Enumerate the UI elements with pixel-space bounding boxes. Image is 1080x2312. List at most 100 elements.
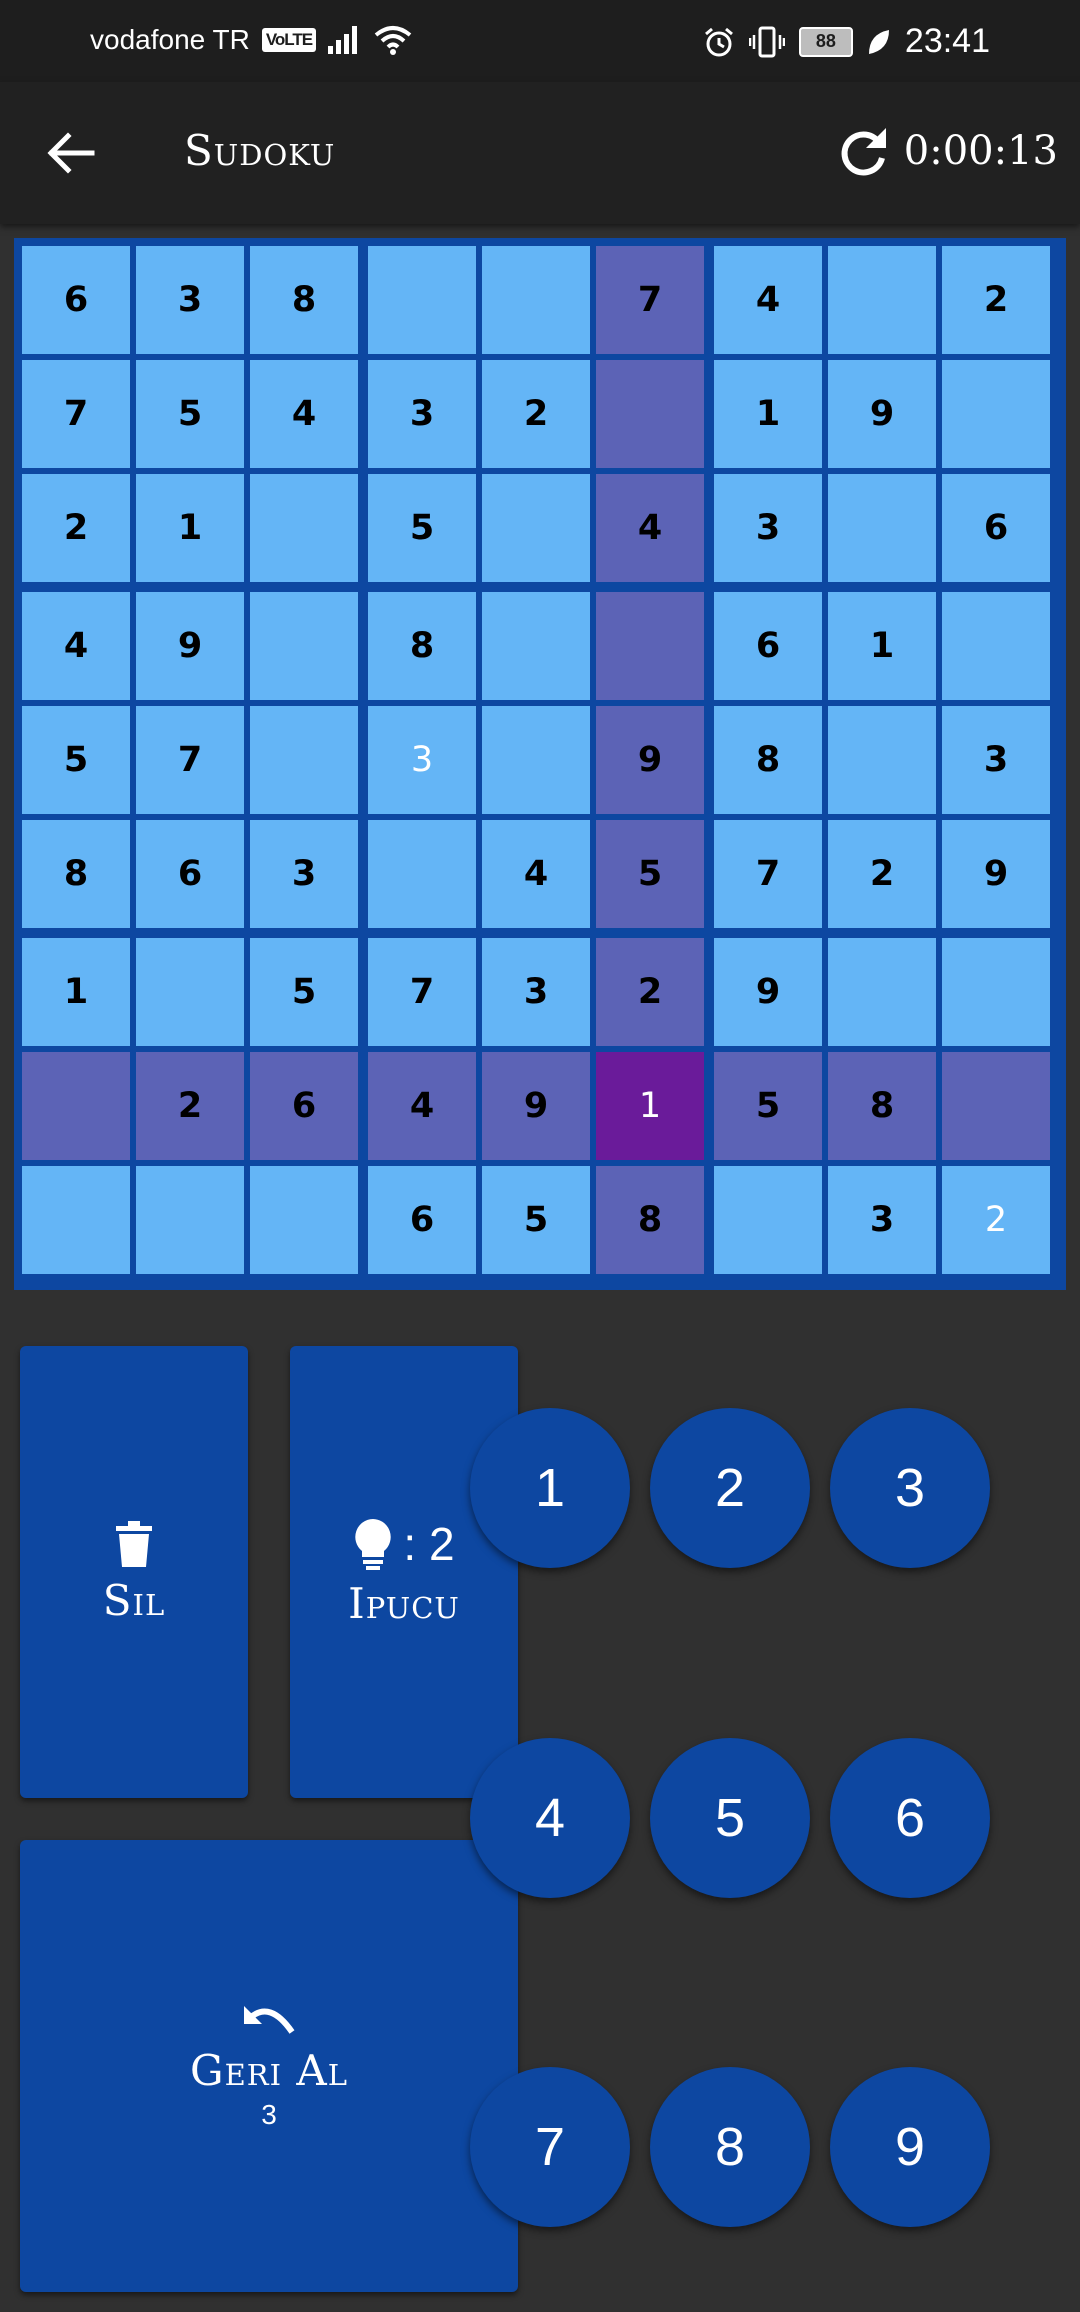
sudoku-cell-r9-c8[interactable]: 3 (828, 1166, 936, 1274)
sudoku-cell-r5-c7[interactable]: 8 (714, 706, 822, 814)
sudoku-cell-r1-c5[interactable] (482, 246, 590, 354)
sudoku-cell-r6-c8[interactable]: 2 (828, 820, 936, 928)
page-title: Sudoku (184, 126, 336, 175)
sudoku-cell-r4-c5[interactable] (482, 592, 590, 700)
sudoku-cell-r8-c5[interactable]: 9 (482, 1052, 590, 1160)
sudoku-cell-r5-c3[interactable] (250, 706, 358, 814)
sudoku-cell-r1-c2[interactable]: 3 (136, 246, 244, 354)
sudoku-cell-r3-c6[interactable]: 4 (596, 474, 704, 582)
sudoku-cell-r5-c5[interactable] (482, 706, 590, 814)
sudoku-cell-r7-c1[interactable]: 1 (22, 938, 130, 1046)
sudoku-cell-r9-c2[interactable] (136, 1166, 244, 1274)
sudoku-cell-r3-c2[interactable]: 1 (136, 474, 244, 582)
sudoku-cell-r3-c8[interactable] (828, 474, 936, 582)
sudoku-cell-r5-c9[interactable]: 3 (942, 706, 1050, 814)
sudoku-cell-r2-c8[interactable]: 9 (828, 360, 936, 468)
sudoku-cell-r8-c8[interactable]: 8 (828, 1052, 936, 1160)
number-button-2[interactable]: 2 (650, 1408, 810, 1568)
sudoku-cell-r7-c4[interactable]: 7 (368, 938, 476, 1046)
sudoku-cell-r2-c5[interactable]: 2 (482, 360, 590, 468)
status-left: vodafone TR VoLTE (90, 24, 412, 56)
number-button-8[interactable]: 8 (650, 2067, 810, 2227)
sudoku-cell-r1-c1[interactable]: 6 (22, 246, 130, 354)
sudoku-cell-r3-c5[interactable] (482, 474, 590, 582)
sudoku-cell-r8-c4[interactable]: 4 (368, 1052, 476, 1160)
sudoku-cell-r7-c7[interactable]: 9 (714, 938, 822, 1046)
sudoku-cell-r7-c2[interactable] (136, 938, 244, 1046)
sudoku-cell-r1-c3[interactable]: 8 (250, 246, 358, 354)
number-button-7[interactable]: 7 (470, 2067, 630, 2227)
sudoku-cell-r5-c4[interactable]: 3 (368, 706, 476, 814)
signal-icon (328, 26, 358, 54)
sudoku-cell-r6-c4[interactable] (368, 820, 476, 928)
sudoku-cell-r5-c1[interactable]: 5 (22, 706, 130, 814)
sudoku-cell-r4-c6[interactable] (596, 592, 704, 700)
sudoku-cell-r6-c9[interactable]: 9 (942, 820, 1050, 928)
sudoku-cell-r3-c3[interactable] (250, 474, 358, 582)
sudoku-cell-r1-c7[interactable]: 4 (714, 246, 822, 354)
sudoku-cell-r6-c1[interactable]: 8 (22, 820, 130, 928)
sudoku-cell-r6-c2[interactable]: 6 (136, 820, 244, 928)
sudoku-cell-r2-c4[interactable]: 3 (368, 360, 476, 468)
sudoku-cell-r4-c7[interactable]: 6 (714, 592, 822, 700)
sudoku-cell-r2-c6[interactable] (596, 360, 704, 468)
sudoku-cell-r2-c2[interactable]: 5 (136, 360, 244, 468)
undo-button[interactable]: Geri Al 3 (20, 1840, 518, 2292)
sudoku-cell-r8-c7[interactable]: 5 (714, 1052, 822, 1160)
sudoku-cell-r1-c8[interactable] (828, 246, 936, 354)
sudoku-cell-r8-c2[interactable]: 2 (136, 1052, 244, 1160)
sudoku-cell-r3-c7[interactable]: 3 (714, 474, 822, 582)
number-button-3[interactable]: 3 (830, 1408, 990, 1568)
hint-row: : 2 (353, 1517, 455, 1571)
sudoku-cell-r8-c6[interactable]: 1 (596, 1052, 704, 1160)
sudoku-cell-r1-c9[interactable]: 2 (942, 246, 1050, 354)
sudoku-cell-r6-c5[interactable]: 4 (482, 820, 590, 928)
delete-button[interactable]: Sil (20, 1346, 248, 1798)
sudoku-cell-r5-c8[interactable] (828, 706, 936, 814)
sudoku-cell-r4-c9[interactable] (942, 592, 1050, 700)
sudoku-cell-r4-c3[interactable] (250, 592, 358, 700)
sudoku-cell-r5-c2[interactable]: 7 (136, 706, 244, 814)
sudoku-cell-r3-c4[interactable]: 5 (368, 474, 476, 582)
sudoku-cell-r7-c9[interactable] (942, 938, 1050, 1046)
sudoku-cell-r4-c1[interactable]: 4 (22, 592, 130, 700)
sudoku-cell-r3-c9[interactable]: 6 (942, 474, 1050, 582)
sudoku-cell-r7-c3[interactable]: 5 (250, 938, 358, 1046)
sudoku-cell-r7-c8[interactable] (828, 938, 936, 1046)
sudoku-cell-r4-c4[interactable]: 8 (368, 592, 476, 700)
sudoku-cell-r2-c9[interactable] (942, 360, 1050, 468)
number-button-1[interactable]: 1 (470, 1408, 630, 1568)
battery-indicator: 88 (798, 26, 853, 57)
sudoku-cell-r9-c6[interactable]: 8 (596, 1166, 704, 1274)
number-button-9[interactable]: 9 (830, 2067, 990, 2227)
number-button-4[interactable]: 4 (470, 1738, 630, 1898)
sudoku-cell-r4-c8[interactable]: 1 (828, 592, 936, 700)
refresh-icon[interactable] (832, 120, 894, 182)
sudoku-cell-r8-c9[interactable] (942, 1052, 1050, 1160)
sudoku-cell-r9-c4[interactable]: 6 (368, 1166, 476, 1274)
sudoku-cell-r2-c7[interactable]: 1 (714, 360, 822, 468)
sudoku-cell-r9-c1[interactable] (22, 1166, 130, 1274)
sudoku-cell-r2-c3[interactable]: 4 (250, 360, 358, 468)
sudoku-cell-r5-c6[interactable]: 9 (596, 706, 704, 814)
back-arrow-icon[interactable] (42, 124, 100, 182)
sudoku-cell-r7-c5[interactable]: 3 (482, 938, 590, 1046)
sudoku-cell-r1-c4[interactable] (368, 246, 476, 354)
sudoku-cell-r1-c6[interactable]: 7 (596, 246, 704, 354)
sudoku-cell-r4-c2[interactable]: 9 (136, 592, 244, 700)
sudoku-cell-r9-c5[interactable]: 5 (482, 1166, 590, 1274)
sudoku-cell-r6-c6[interactable]: 5 (596, 820, 704, 928)
sudoku-cell-r9-c3[interactable] (250, 1166, 358, 1274)
sudoku-cell-r3-c1[interactable]: 2 (22, 474, 130, 582)
number-button-6[interactable]: 6 (830, 1738, 990, 1898)
sudoku-cell-r6-c3[interactable]: 3 (250, 820, 358, 928)
sudoku-cell-r2-c1[interactable]: 7 (22, 360, 130, 468)
hint-button[interactable]: : 2 Ipucu (290, 1346, 518, 1798)
sudoku-cell-r8-c1[interactable] (22, 1052, 130, 1160)
number-button-5[interactable]: 5 (650, 1738, 810, 1898)
sudoku-cell-r6-c7[interactable]: 7 (714, 820, 822, 928)
sudoku-cell-r9-c9[interactable]: 2 (942, 1166, 1050, 1274)
sudoku-cell-r7-c6[interactable]: 2 (596, 938, 704, 1046)
sudoku-cell-r8-c3[interactable]: 6 (250, 1052, 358, 1160)
sudoku-cell-r9-c7[interactable] (714, 1166, 822, 1274)
